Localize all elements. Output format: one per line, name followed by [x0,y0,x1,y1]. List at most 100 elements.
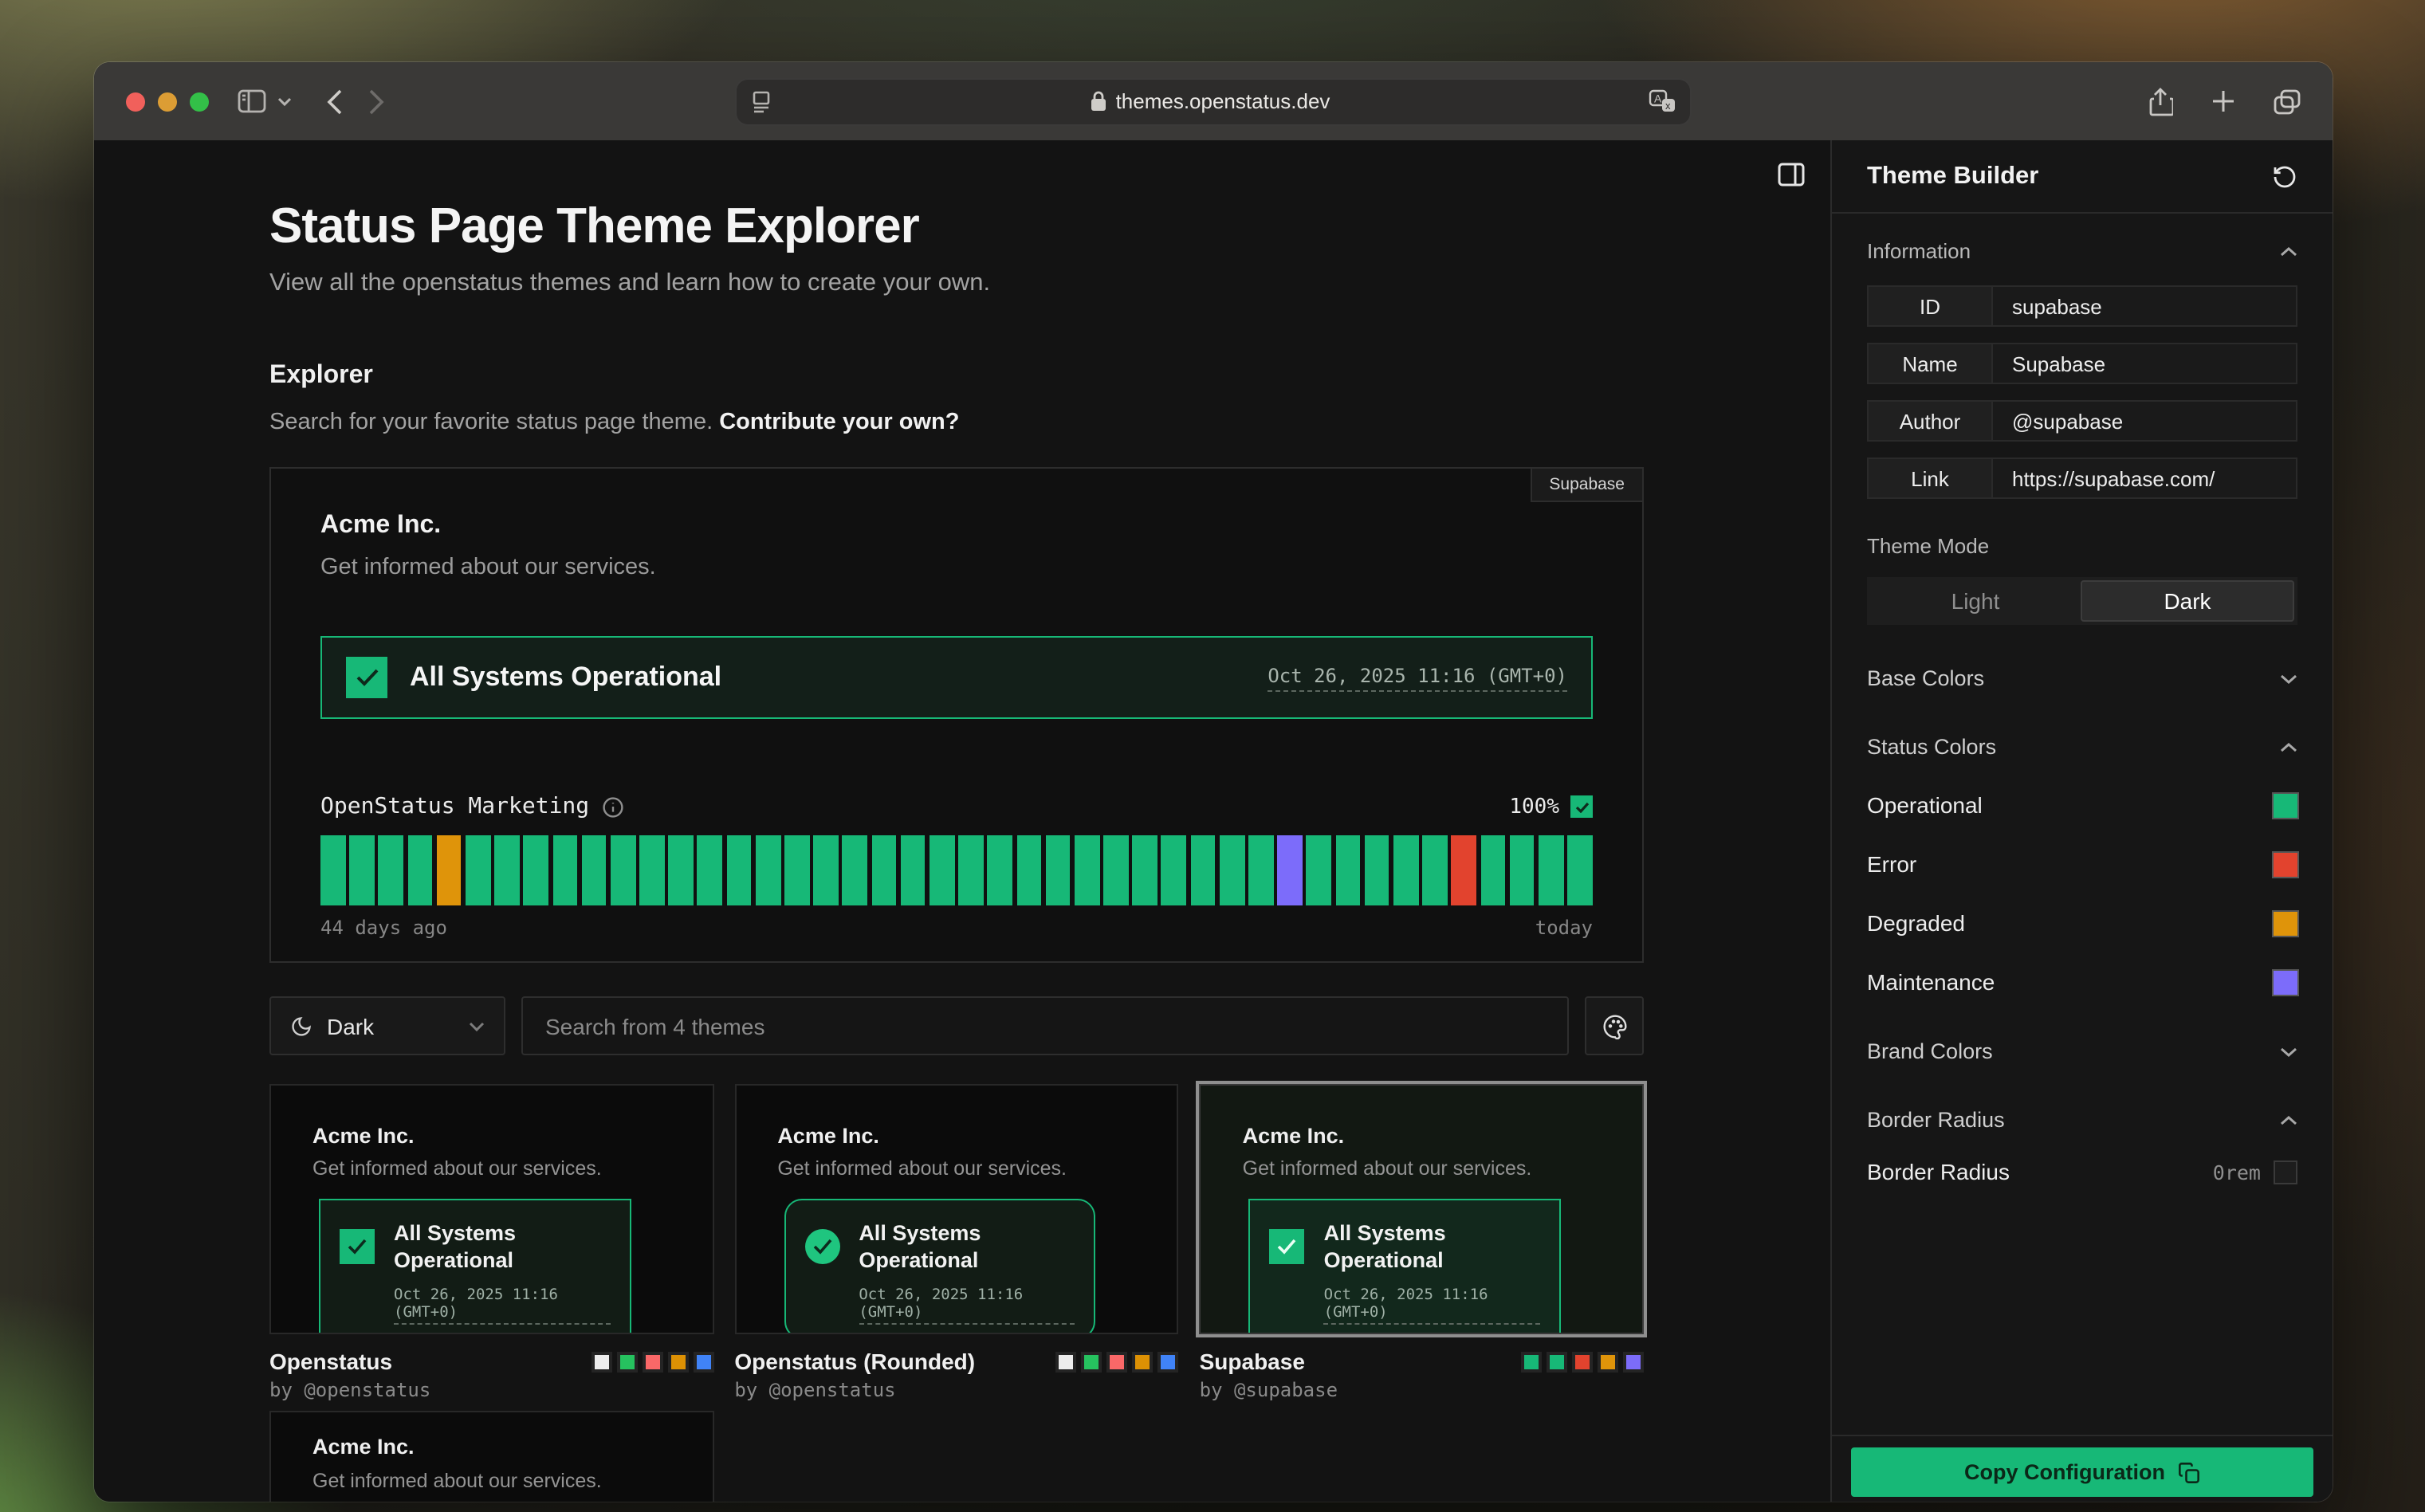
theme-mode-dropdown[interactable]: Dark [269,996,505,1055]
uptime-bar-error[interactable] [1452,835,1476,905]
status-color-label: Maintenance [1867,969,1995,995]
back-button[interactable] [327,88,343,114]
uptime-bar-operational[interactable] [871,835,896,905]
tabs-overview-icon[interactable] [2274,88,2301,114]
close-button[interactable] [126,92,145,111]
forward-button[interactable] [368,88,384,114]
contribute-link[interactable]: Contribute your own? [719,410,959,435]
uptime-bar-operational[interactable] [1161,835,1186,905]
uptime-bar-operational[interactable] [988,835,1012,905]
border-radius-picker[interactable] [2274,1160,2297,1184]
uptime-bar-operational[interactable] [1133,835,1157,905]
uptime-bar-operational[interactable] [1567,835,1592,905]
mode-option-light[interactable]: Light [1870,580,2081,622]
information-section-header[interactable]: Information [1867,239,2297,263]
theme-card-openstatus-rounded[interactable]: Acme Inc. Get informed about our service… [734,1084,1178,1401]
color-swatch[interactable] [2274,793,2297,817]
uptime-bar-operational[interactable] [611,835,635,905]
company-name: Acme Inc. [320,510,1593,542]
zoom-button[interactable] [190,92,209,111]
uptime-bar-operational[interactable] [407,835,432,905]
theme-swatch [1056,1351,1077,1372]
field-value-input[interactable]: https://supabase.com/ [1993,459,2296,497]
mode-option-dark[interactable]: Dark [2081,580,2294,622]
uptime-bar-operational[interactable] [1103,835,1128,905]
border-radius-section-header[interactable]: Border Radius [1867,1108,2297,1132]
uptime-bar-operational[interactable] [669,835,694,905]
color-swatch[interactable] [2274,911,2297,935]
uptime-bar-operational[interactable] [1190,835,1215,905]
palette-button[interactable] [1585,996,1644,1055]
field-label: ID [1869,287,1993,325]
theme-card-openstatus[interactable]: Acme Inc. Get informed about our service… [269,1084,713,1401]
uptime-bar-operational[interactable] [843,835,867,905]
brand-colors-section-header[interactable]: Brand Colors [1867,1039,2297,1063]
uptime-bar-degraded[interactable] [437,835,462,905]
explorer-description: Search for your favorite status page the… [269,410,1644,435]
uptime-bar-operational[interactable] [1335,835,1360,905]
brand-colors-label: Brand Colors [1867,1039,1993,1063]
color-swatch[interactable] [2274,852,2297,876]
search-input[interactable] [521,996,1569,1055]
uptime-bar-operational[interactable] [1509,835,1534,905]
theme-swatch [1158,1351,1179,1372]
uptime-bar-operational[interactable] [552,835,577,905]
uptime-bar-operational[interactable] [1220,835,1244,905]
uptime-bar-operational[interactable] [784,835,809,905]
share-icon[interactable] [2148,87,2173,116]
status-colors-section-header[interactable]: Status Colors [1867,735,2297,759]
company-name: Acme Inc. [312,1124,712,1148]
theme-card-preview: Acme Inc. Get informed about our service… [1200,1084,1644,1334]
status-timestamp[interactable]: Oct 26, 2025 11:16 (GMT+0) [1268,664,1567,691]
uptime-check-icon[interactable] [1570,795,1593,818]
uptime-bar-operational[interactable] [1307,835,1331,905]
uptime-bar-operational[interactable] [698,835,722,905]
theme-card-partial[interactable]: Acme Inc. Get informed about our service… [269,1411,713,1502]
uptime-bar-operational[interactable] [1365,835,1389,905]
uptime-bar-operational[interactable] [379,835,403,905]
theme-card-supabase[interactable]: Acme Inc. Get informed about our service… [1200,1084,1644,1401]
uptime-bar-operational[interactable] [1539,835,1563,905]
uptime-bar-operational[interactable] [1075,835,1099,905]
uptime-bar-operational[interactable] [320,835,345,905]
uptime-bar-operational[interactable] [466,835,490,905]
uptime-bar-operational[interactable] [1016,835,1041,905]
field-value-input[interactable]: Supabase [1993,344,2296,383]
uptime-bar-operational[interactable] [349,835,374,905]
sidebar-toggle-icon[interactable] [238,89,266,113]
uptime-bar-maintenance[interactable] [1277,835,1302,905]
field-value-input[interactable]: @supabase [1993,402,2296,440]
uptime-bar-operational[interactable] [958,835,983,905]
info-icon[interactable] [602,796,623,817]
uptime-bar-operational[interactable] [1045,835,1070,905]
copy-configuration-button[interactable]: Copy Configuration [1851,1447,2313,1497]
reader-icon[interactable] [751,90,772,112]
theme-mode-label: Theme Mode [1867,534,2297,558]
panel-right-icon[interactable] [1778,163,1805,194]
url-bar[interactable]: themes.openstatus.dev A x [735,77,1692,125]
translate-icon[interactable]: A x [1649,89,1676,113]
theme-swatch [1623,1351,1644,1372]
chevron-down-icon [2280,674,2297,683]
uptime-bar-operational[interactable] [639,835,664,905]
base-colors-section-header[interactable]: Base Colors [1867,666,2297,690]
uptime-bar-operational[interactable] [930,835,954,905]
uptime-bar-operational[interactable] [901,835,926,905]
minimize-button[interactable] [158,92,177,111]
monitor-name: OpenStatus Marketing [320,794,589,819]
reset-icon[interactable] [2272,163,2297,189]
uptime-bar-operational[interactable] [1248,835,1273,905]
uptime-bar-operational[interactable] [726,835,751,905]
color-swatch[interactable] [2274,970,2297,994]
uptime-bar-operational[interactable] [524,835,548,905]
uptime-bar-operational[interactable] [581,835,606,905]
uptime-bar-operational[interactable] [756,835,780,905]
uptime-bar-operational[interactable] [494,835,519,905]
uptime-bar-operational[interactable] [1480,835,1505,905]
field-value-input[interactable]: supabase [1993,287,2296,325]
uptime-bar-operational[interactable] [1422,835,1447,905]
uptime-bar-operational[interactable] [813,835,838,905]
uptime-bar-operational[interactable] [1393,835,1418,905]
new-tab-icon[interactable] [2211,89,2235,113]
chevron-down-icon[interactable] [277,96,292,106]
